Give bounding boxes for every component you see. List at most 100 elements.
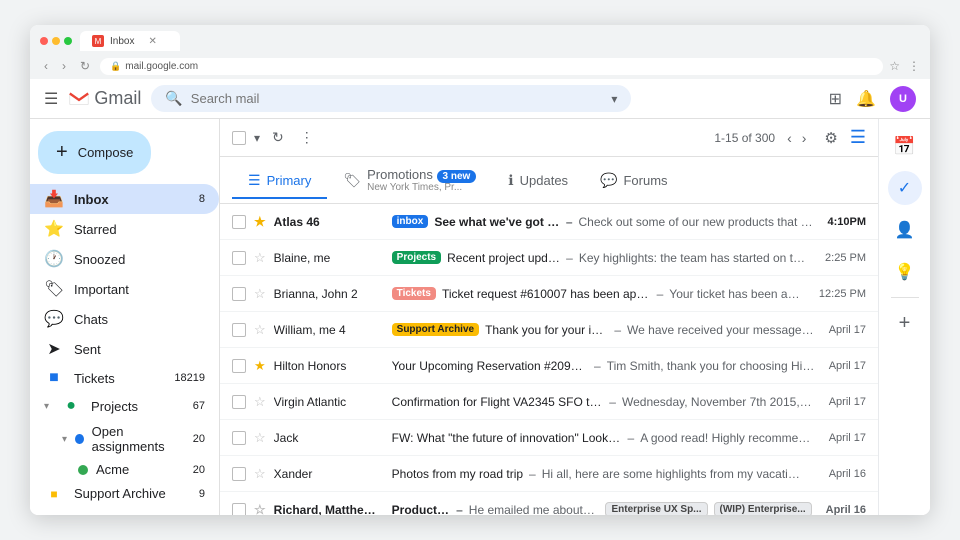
email-body-preview: Support Archive Thank you for your inqui… [392,323,815,337]
select-all-checkbox[interactable] [232,131,246,145]
avatar[interactable]: U [890,86,916,112]
sidebar-item-tickets[interactable]: ■ Tickets 18219 [30,364,219,392]
minimize-dot[interactable] [52,37,60,45]
star-icon[interactable]: ☆ [254,394,266,410]
row-checkbox[interactable] [232,323,246,337]
tickets-badge: 18219 [174,372,205,384]
email-sender: Atlas 46 [274,215,384,229]
table-row[interactable]: ☆ William, me 4 Support Archive Thank yo… [220,312,878,348]
tab-label: Inbox [110,36,134,47]
more-toolbar-button[interactable]: ⋮ [296,125,318,150]
row-checkbox[interactable] [232,215,246,229]
star-icon[interactable]: ☆ [254,322,266,338]
notification-bell-icon[interactable]: 🔔 [856,89,876,109]
email-subject: FW: What "the future of innovation" Look… [392,431,622,445]
email-tag: inbox [392,215,429,228]
forward-button[interactable]: › [58,57,70,75]
table-row[interactable]: ☆ Xander Photos from my road trip – Hi a… [220,456,878,492]
extensions-icon[interactable]: ⋮ [908,59,920,73]
row-checkbox[interactable] [232,251,246,265]
row-checkbox[interactable] [232,395,246,409]
table-row[interactable]: ☆ Virgin Atlantic Confirmation for Fligh… [220,384,878,420]
apps-grid-icon[interactable]: ⊞ [829,89,842,109]
acme-label: Acme [96,462,129,477]
star-nav-icon: ⭐ [44,219,64,239]
acme-badge: 20 [193,464,205,476]
sidebar-item-snoozed[interactable]: 🕐 Snoozed [30,244,219,274]
forums-tab-icon: 💬 [600,172,617,189]
tab-close-button[interactable]: ✕ [148,36,156,47]
refresh-button[interactable]: ↻ [268,125,288,150]
tab-updates[interactable]: ℹ Updates [492,162,584,199]
star-icon[interactable]: ☆ [254,250,266,266]
tab-forums[interactable]: 💬 Forums [584,162,684,199]
tab-promotions[interactable]: 🏷 Promotions 3 new New York Times, Pr... [327,157,492,203]
starred-label: Starred [74,222,205,237]
star-icon[interactable]: ☆ [254,286,266,302]
browser-tab[interactable]: M Inbox ✕ [80,31,180,51]
table-row[interactable]: ★ Atlas 46 inbox See what we've got for … [220,204,878,240]
pagination-buttons: ‹ › [783,126,810,150]
sidebar-item-important[interactable]: 🏷 Important [30,274,219,304]
search-icon: 🔍 [165,90,182,107]
inbox-icon: 📥 [44,189,64,209]
sidebar-item-projects[interactable]: ▾ ● Projects 67 [30,392,219,420]
row-checkbox[interactable] [232,431,246,445]
email-time: April 17 [829,360,866,372]
bookmark-icon[interactable]: ☆ [889,59,900,73]
email-sender: Xander [274,467,384,481]
star-icon[interactable]: ☆ [254,430,266,446]
snoozed-label: Snoozed [74,252,205,267]
more-label: More [74,514,205,516]
close-dot[interactable] [40,37,48,45]
sidebar-item-sent[interactable]: ➤ Sent [30,334,219,364]
tasks-panel-icon[interactable]: ✓ [888,171,922,205]
star-icon[interactable]: ★ [254,214,266,230]
compose-button[interactable]: + Compose [38,131,151,174]
next-page-button[interactable]: › [798,126,811,150]
projects-collapse-icon[interactable]: ▾ [44,401,49,412]
search-input[interactable] [191,91,604,106]
star-icon[interactable]: ★ [254,358,266,374]
sidebar-item-starred[interactable]: ⭐ Starred [30,214,219,244]
browser-window: M Inbox ✕ ‹ › ↻ 🔒 mail.google.com ☆ ⋮ ☰ [30,25,930,515]
table-row[interactable]: ★ Hilton Honors Your Upcoming Reservatio… [220,348,878,384]
search-dropdown-icon[interactable]: ▾ [611,92,617,106]
table-row[interactable]: ☆ Jack FW: What "the future of innovatio… [220,420,878,456]
star-icon[interactable]: ☆ [254,502,266,516]
prev-page-button[interactable]: ‹ [783,126,796,150]
email-sender: Richard, Matthew, me 3 [274,503,384,516]
keep-panel-icon[interactable]: 💡 [888,255,922,289]
row-checkbox[interactable] [232,503,246,516]
maximize-dot[interactable] [64,37,72,45]
add-panel-icon[interactable]: + [888,306,922,340]
back-button[interactable]: ‹ [40,57,52,75]
star-icon[interactable]: ☆ [254,466,266,482]
important-icon: 🏷 [44,279,64,299]
table-row[interactable]: ☆ Brianna, John 2 Tickets Ticket request… [220,276,878,312]
promotions-tab-sub: New York Times, Pr... [367,182,476,193]
sub-item-acme[interactable]: Acme 20 [30,458,219,481]
sidebar-item-more[interactable]: ⌄ More [30,506,219,515]
sidebar-item-inbox[interactable]: 📥 Inbox 8 [30,184,219,214]
tab-primary[interactable]: ☰ Primary [232,162,327,199]
settings-icon[interactable]: ⚙ [824,129,837,147]
contacts-panel-icon[interactable]: 👤 [888,213,922,247]
calendar-panel-icon[interactable]: 📅 [888,129,922,163]
sidebar-item-chats[interactable]: 💬 Chats [30,304,219,334]
hamburger-icon[interactable]: ☰ [44,89,58,109]
select-dropdown-icon[interactable]: ▾ [254,131,260,145]
row-checkbox[interactable] [232,359,246,373]
sidebar-item-support-archive[interactable]: ■ Support Archive 9 [30,481,219,506]
table-row[interactable]: ☆ Blaine, me Projects Recent project upd… [220,240,878,276]
email-subject: See what we've got for you [434,215,560,229]
address-bar[interactable]: 🔒 mail.google.com [100,58,883,75]
sub-item-open-assignments[interactable]: ▾ Open assignments 20 [30,420,219,458]
density-icon[interactable]: ☰ [850,127,866,148]
promotions-tab-icon: 🏷 [343,172,361,189]
table-row[interactable]: ☆ Richard, Matthew, me 3 Product Strateg… [220,492,878,515]
reload-button[interactable]: ↻ [76,57,94,75]
sub-collapse-open[interactable]: ▾ [62,434,67,445]
row-checkbox[interactable] [232,287,246,301]
row-checkbox[interactable] [232,467,246,481]
